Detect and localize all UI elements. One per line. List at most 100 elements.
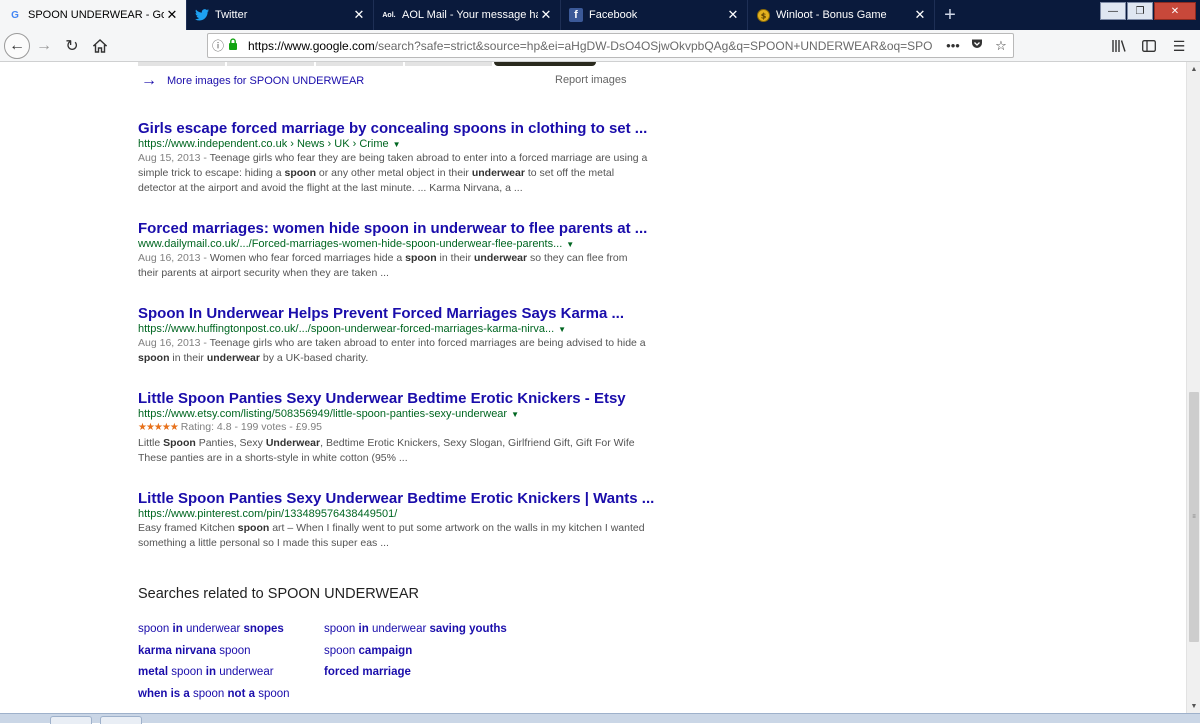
tab-bar: G SPOON UNDERWEAR - Google ✕ Twitter ✕ A… [0, 0, 1200, 30]
related-searches-heading: Searches related to SPOON UNDERWEAR [138, 586, 419, 602]
snippet-text: or any other metal object in their [316, 167, 472, 179]
url-path: /search?safe=strict&source=hp&ei=aHgDW-D… [374, 38, 933, 53]
dropdown-arrow-icon[interactable]: ▼ [393, 140, 401, 149]
result-title-link[interactable]: Little Spoon Panties Sexy Underwear Bedt… [138, 490, 654, 507]
close-tab-icon[interactable]: ✕ [912, 7, 928, 23]
snippet-highlight: spoon [284, 167, 317, 179]
snippet-highlight: spoon [138, 352, 170, 364]
result-title-link[interactable]: Little Spoon Panties Sexy Underwear Bedt… [138, 390, 648, 407]
related-search-link[interactable]: metal spoon in underwear [138, 666, 274, 678]
result-title-link[interactable]: Girls escape forced marriage by conceali… [138, 120, 648, 137]
related-bold: campaign [358, 645, 413, 657]
related-bold: in [205, 666, 217, 678]
snippet-highlight: underwear [206, 352, 260, 364]
facebook-icon: f [569, 8, 583, 22]
result-url: https://www.etsy.com/listing/508356949/l… [138, 408, 648, 420]
snippet-highlight: underwear [474, 252, 528, 264]
result-snippet: Aug 15, 2013 - Teenage girls who fear th… [138, 151, 648, 196]
tab-winloot[interactable]: $ Winloot - Bonus Game ✕ [748, 0, 935, 30]
related-search-link[interactable]: spoon campaign [324, 645, 412, 657]
dropdown-arrow-icon[interactable]: ▼ [511, 410, 519, 419]
snippet-highlight: spoon [237, 522, 270, 534]
snippet-text: in their [436, 252, 474, 264]
related-bold: when is a [138, 688, 190, 700]
related-text: spoon [255, 688, 290, 700]
minimize-button[interactable]: — [1100, 2, 1126, 20]
scroll-down-arrow-icon[interactable]: ▼ [1187, 699, 1200, 713]
related-bold: karma nirvana [138, 645, 216, 657]
image-thumbnail[interactable] [494, 62, 596, 66]
dropdown-arrow-icon[interactable]: ▼ [558, 325, 566, 334]
related-search-link[interactable]: forced marriage [324, 666, 411, 678]
arrow-right-icon: → [141, 72, 157, 89]
dropdown-arrow-icon[interactable]: ▼ [566, 240, 574, 249]
result-url: https://www.pinterest.com/pin/1334895764… [138, 508, 648, 520]
result-url-text: https://www.etsy.com/listing/508356949/l… [138, 408, 508, 420]
new-tab-button[interactable]: + [935, 0, 965, 30]
snippet-text: Women who fear forced marriages hide a [209, 252, 406, 264]
scrollbar-thumb[interactable]: ≡ [1189, 392, 1199, 642]
related-search-link[interactable]: karma nirvana spoon [138, 645, 251, 657]
toolbar-right: ☰ [1104, 34, 1194, 58]
result-url-text: https://www.pinterest.com/pin/1334895764… [138, 508, 398, 520]
arrow-right-icon: → [36, 36, 52, 54]
library-icon[interactable] [1104, 34, 1134, 58]
related-search-link[interactable]: when is a spoon not a spoon [138, 688, 290, 700]
address-bar[interactable]: ⓘ https://www.google.com/search?safe=str… [207, 33, 1014, 58]
close-tab-icon[interactable]: ✕ [351, 7, 367, 23]
result-title-link[interactable]: Spoon In Underwear Helps Prevent Forced … [138, 305, 648, 322]
page-actions-icon[interactable]: ••• [941, 38, 965, 53]
close-tab-icon[interactable]: ✕ [538, 7, 554, 23]
sidebar-icon[interactable] [1134, 34, 1164, 58]
result-title-link[interactable]: Forced marriages: women hide spoon in un… [138, 220, 648, 237]
related-text: spoon [168, 666, 206, 678]
close-window-button[interactable]: ✕ [1154, 2, 1196, 20]
related-bold: snopes [243, 623, 284, 635]
window-controls: — ❐ ✕ [1099, 2, 1196, 20]
tab-title: Winloot - Bonus Game [776, 9, 887, 21]
info-icon[interactable]: ⓘ [208, 37, 228, 54]
close-tab-icon[interactable]: ✕ [164, 7, 180, 23]
vertical-scrollbar[interactable]: ▲ ≡ ▼ [1186, 62, 1200, 713]
menu-icon[interactable]: ☰ [1164, 34, 1194, 58]
home-button[interactable] [86, 32, 114, 60]
related-text: spoon [324, 645, 359, 657]
image-thumbnail[interactable] [316, 62, 403, 66]
result-date: Aug 16, 2013 - [138, 337, 210, 349]
result-url-text: https://www.huffingtonpost.co.uk/.../spo… [138, 323, 555, 335]
related-search-link[interactable]: spoon in underwear snopes [138, 623, 284, 635]
report-images-link[interactable]: Report images [555, 74, 627, 86]
image-thumbnail[interactable] [227, 62, 314, 66]
twitter-icon [195, 8, 209, 22]
restore-button[interactable]: ❐ [1127, 2, 1153, 20]
more-images-link[interactable]: → More images for SPOON UNDERWEAR [141, 72, 364, 90]
forward-button[interactable]: → [30, 32, 58, 60]
os-taskbar [0, 713, 1200, 724]
snippet-highlight: spoon [405, 252, 437, 264]
tab-google-search[interactable]: G SPOON UNDERWEAR - Google ✕ [0, 0, 187, 30]
image-thumbnail[interactable] [405, 62, 492, 66]
tab-twitter[interactable]: Twitter ✕ [187, 0, 374, 30]
related-search-link[interactable]: spoon in underwear saving youths [324, 623, 507, 635]
related-text: spoon [216, 645, 251, 657]
search-result: Spoon In Underwear Helps Prevent Forced … [138, 305, 648, 366]
reload-icon: ↻ [65, 37, 79, 55]
result-snippet: Aug 16, 2013 - Women who fear forced mar… [138, 251, 648, 281]
bookmark-star-icon[interactable]: ☆ [989, 38, 1013, 54]
reload-button[interactable]: ↻ [58, 32, 86, 60]
tab-facebook[interactable]: f Facebook ✕ [561, 0, 748, 30]
scroll-up-arrow-icon[interactable]: ▲ [1187, 62, 1200, 76]
related-bold: in [172, 623, 183, 635]
related-text: underwear [216, 666, 274, 678]
pocket-icon[interactable] [965, 38, 989, 53]
related-text: spoon [189, 688, 228, 700]
tab-aol-mail[interactable]: Aol. AOL Mail - Your message has b ✕ [374, 0, 561, 30]
back-button[interactable]: ← [4, 32, 30, 59]
related-bold: in [358, 623, 369, 635]
related-text: spoon [324, 623, 359, 635]
result-url: https://www.huffingtonpost.co.uk/.../spo… [138, 323, 648, 335]
image-thumbnail[interactable] [138, 62, 225, 66]
lock-icon[interactable] [228, 38, 242, 53]
more-images-label: More images for SPOON UNDERWEAR [167, 75, 365, 87]
close-tab-icon[interactable]: ✕ [725, 7, 741, 23]
